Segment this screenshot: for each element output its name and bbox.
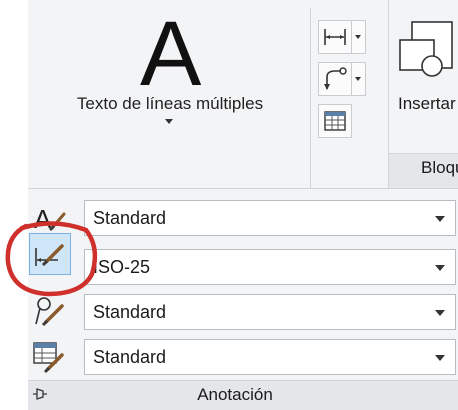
- text-style-select[interactable]: Standard: [84, 200, 456, 236]
- highlight-circle-annotation: [5, 221, 98, 297]
- linear-dimension-dropdown[interactable]: [352, 20, 366, 54]
- insert-block-button[interactable]: Insertar: [392, 10, 458, 122]
- table-style-button[interactable]: [30, 337, 70, 377]
- chevron-down-icon: [435, 355, 445, 361]
- chevron-down-icon: [165, 119, 173, 124]
- insert-label: Insertar: [398, 94, 456, 113]
- multileader-style-value: Standard: [93, 302, 167, 322]
- chevron-down-icon: [435, 310, 445, 316]
- leader-icon: [324, 67, 347, 90]
- leader-button[interactable]: [318, 62, 352, 96]
- multiline-text-button[interactable]: A Texto de líneas múltiples: [36, 6, 306, 130]
- multileader-style-icon: [35, 297, 64, 327]
- multileader-style-select[interactable]: Standard: [84, 294, 456, 330]
- table-style-value: Standard: [93, 347, 167, 367]
- multiline-text-label: Texto de líneas múltiples: [76, 94, 264, 113]
- linear-dimension-button[interactable]: [318, 20, 352, 54]
- chevron-down-icon: [435, 216, 445, 222]
- table-style-select[interactable]: Standard: [84, 339, 456, 375]
- linear-dimension-icon: [324, 29, 346, 45]
- pin-icon[interactable]: [32, 386, 48, 402]
- dimension-style-select[interactable]: ISO-25: [84, 249, 456, 285]
- multileader-style-button[interactable]: [30, 292, 70, 332]
- table-button[interactable]: [318, 104, 352, 138]
- table-style-icon: [33, 342, 64, 374]
- block-panel-title: Bloque: [421, 158, 458, 177]
- chevron-down-icon: [435, 265, 445, 271]
- table-icon: [324, 111, 346, 131]
- separator: [310, 8, 311, 188]
- leader-dropdown[interactable]: [352, 62, 366, 96]
- multiline-text-icon: A: [140, 3, 202, 105]
- annotation-panel-title: Anotación: [197, 385, 273, 404]
- insert-block-icon: [399, 21, 453, 77]
